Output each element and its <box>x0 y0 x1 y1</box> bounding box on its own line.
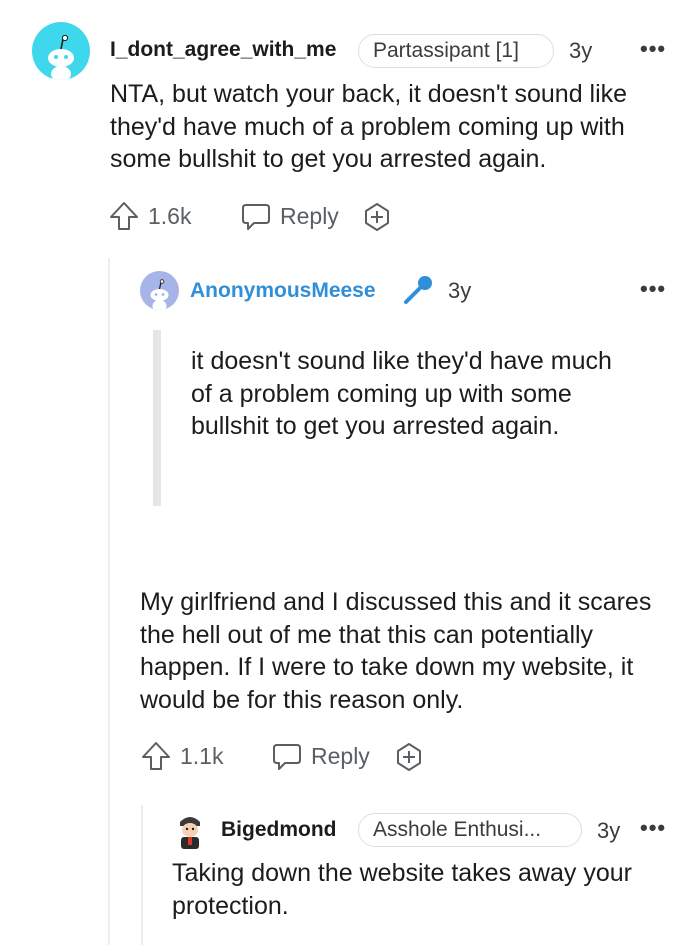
upvote-icon <box>110 202 138 230</box>
reply-bubble-icon <box>242 204 270 230</box>
quote-bar <box>153 330 161 506</box>
upvote-button[interactable]: 1.1k <box>140 740 223 772</box>
user-avatar-icon <box>180 817 200 849</box>
more-options-icon[interactable]: ••• <box>640 815 666 841</box>
avatar[interactable] <box>140 271 179 310</box>
comment-body: My girlfriend and I discussed this and i… <box>140 588 652 714</box>
quoted-text: it doesn't sound like they'd have much o… <box>191 347 612 440</box>
comment-age: 3y <box>448 278 472 303</box>
comment-body: NTA, but watch your back, it doesn't sou… <box>110 80 628 173</box>
award-icon <box>397 743 421 771</box>
comment-username[interactable]: Bigedmond <box>221 818 337 842</box>
comment-body: Taking down the website takes away your … <box>172 859 632 920</box>
avatar[interactable] <box>170 810 210 850</box>
vote-count: 1.6k <box>148 202 192 229</box>
reply-bubble-icon <box>273 744 301 770</box>
mic-icon <box>400 272 436 313</box>
snoo-avatar-icon <box>48 34 74 80</box>
reply-label: Reply <box>311 742 370 769</box>
comment-username[interactable]: I_dont_agree_with_me <box>110 38 336 62</box>
reply-label: Reply <box>280 202 339 229</box>
user-flair: Partassipant [1] <box>358 34 554 68</box>
upvote-icon <box>142 742 170 770</box>
avatar[interactable] <box>32 22 90 80</box>
reply-button[interactable]: Reply <box>271 740 370 772</box>
award-button[interactable] <box>361 201 393 233</box>
comment-username[interactable]: AnonymousMeese <box>190 279 376 303</box>
thread-line-level2 <box>141 805 143 945</box>
user-flair: Asshole Enthusi... <box>358 813 582 847</box>
reply-button[interactable]: Reply <box>240 200 339 232</box>
upvote-button[interactable]: 1.6k <box>108 200 191 232</box>
more-options-icon[interactable]: ••• <box>640 276 666 302</box>
snoo-avatar-icon <box>150 279 169 310</box>
vote-count: 1.1k <box>180 742 224 769</box>
award-icon <box>365 203 389 231</box>
comment-age: 3y <box>569 38 593 63</box>
award-button[interactable] <box>393 741 425 773</box>
more-options-icon[interactable]: ••• <box>640 36 666 62</box>
comment-age: 3y <box>597 818 621 843</box>
thread-line-level1 <box>108 258 110 945</box>
